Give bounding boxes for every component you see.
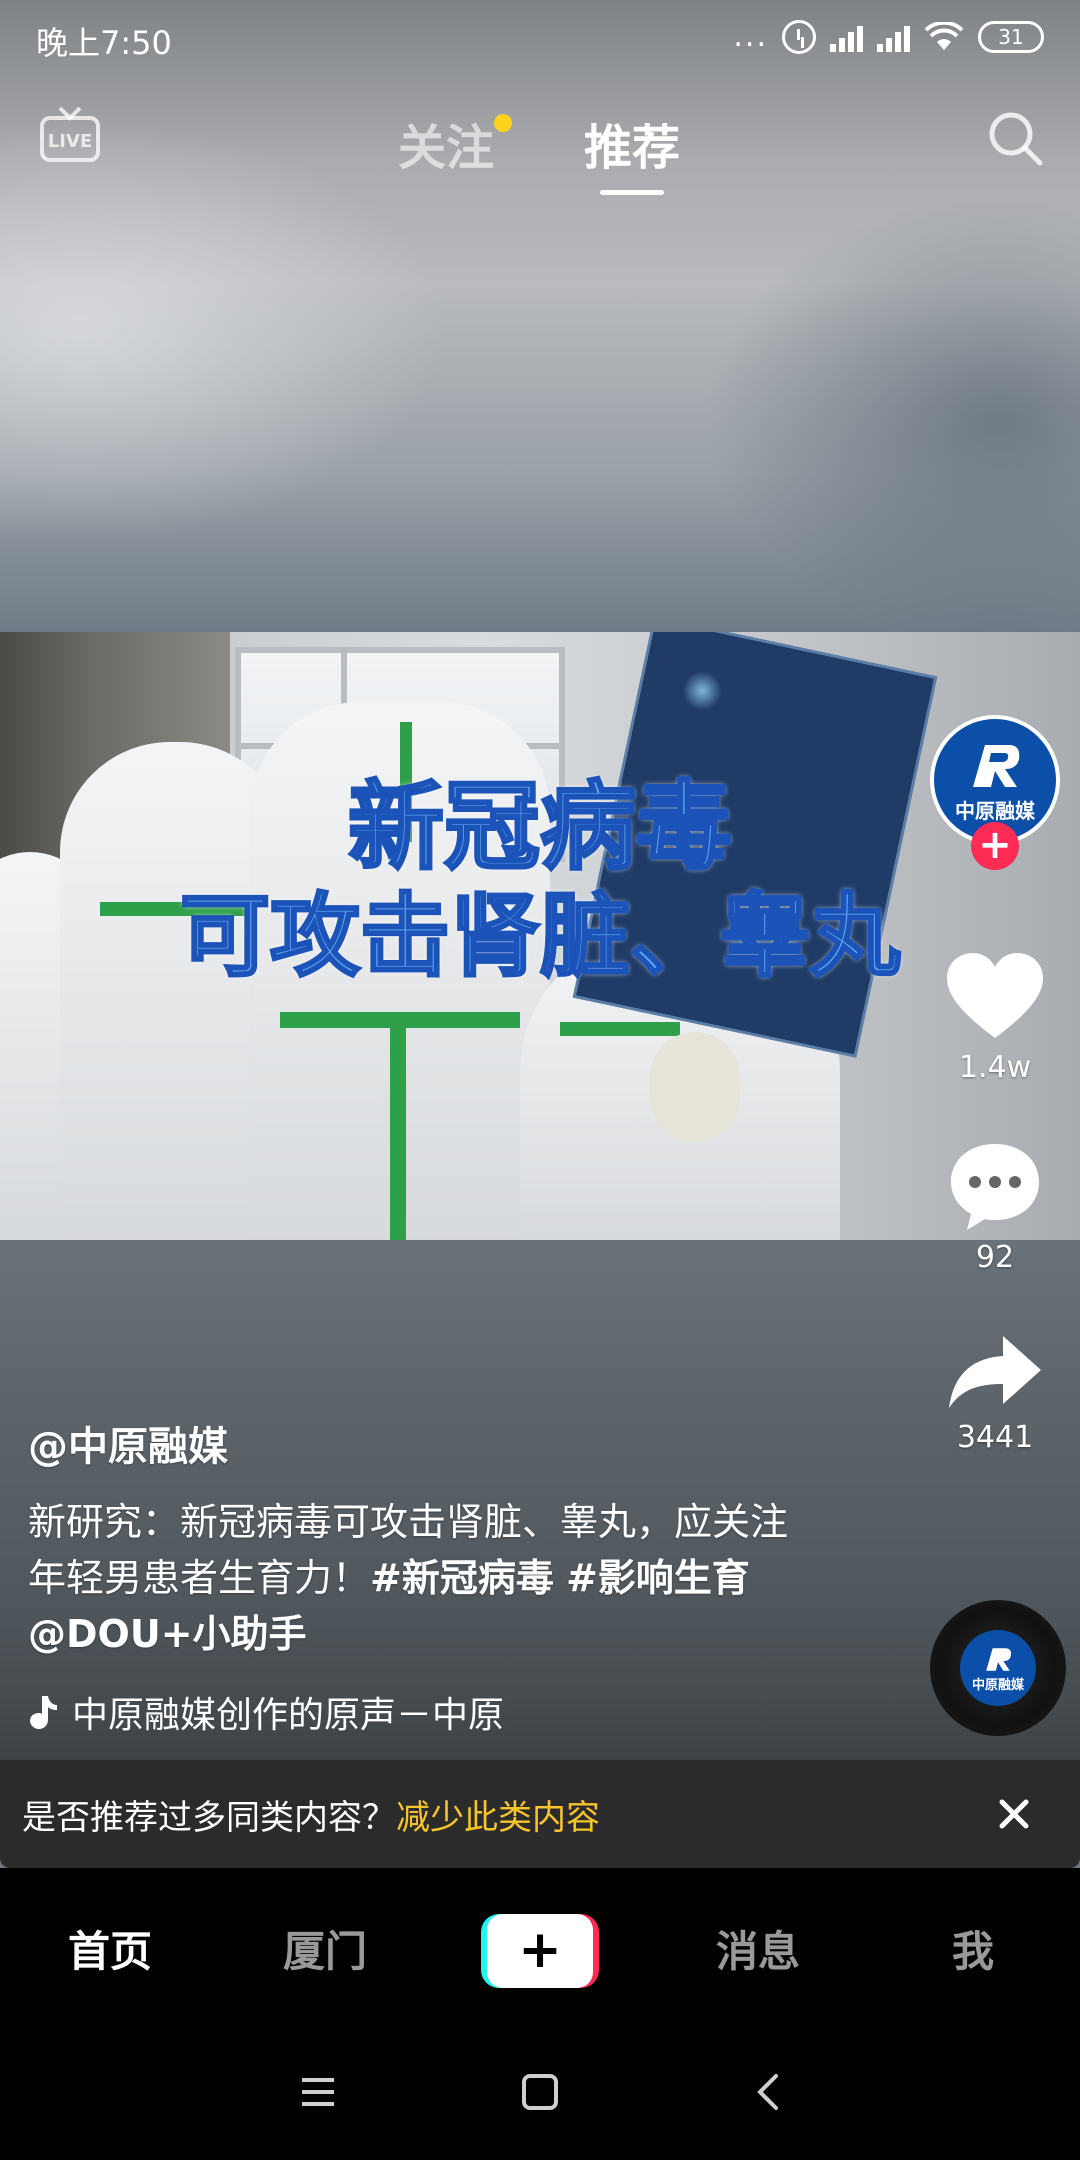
battery-icon: 31 <box>978 21 1044 53</box>
video-player[interactable]: 新冠病毒 可攻击肾脏、睾丸 <box>0 632 1080 1240</box>
video-overlay-title: 新冠病毒 可攻击肾脏、睾丸 <box>0 771 1080 992</box>
bottom-tab-bar: 首页 厦门 + 消息 我 <box>0 1868 1080 2028</box>
tab-follow[interactable]: 关注 <box>398 108 513 178</box>
tab-follow-label: 关注 <box>398 120 495 176</box>
share-count: 3441 <box>956 1420 1034 1455</box>
avatar-name: 中原融媒 <box>955 798 1035 823</box>
close-icon[interactable] <box>996 1796 1032 1832</box>
hashtag-link[interactable]: #新冠病毒 <box>370 1556 554 1600</box>
live-icon[interactable]: LIVE <box>38 104 102 166</box>
music-info[interactable]: 中原融媒创作的原声－中原 <box>28 1686 504 1738</box>
video-caption: @中原融媒 新研究：新冠病毒可攻击肾脏、睾丸，应关注年轻男患者生育力！#新冠病毒… <box>28 1414 818 1662</box>
tab-me[interactable]: 我 <box>952 1918 994 1979</box>
plus-icon: + <box>487 1914 593 1988</box>
like-button[interactable]: 1.4w <box>920 950 1070 1085</box>
signal-icon <box>830 22 863 52</box>
system-navigation-bar <box>0 2028 1080 2160</box>
active-tab-indicator <box>600 190 664 195</box>
status-bar: 晚上7:50 ... 31 <box>0 0 1080 80</box>
brand-logo-icon <box>986 1647 1012 1671</box>
back-chevron-icon[interactable] <box>748 2070 792 2114</box>
tab-home[interactable]: 首页 <box>68 1918 152 1979</box>
comment-count: 92 <box>975 1240 1015 1275</box>
reduce-content-link[interactable]: 减少此类内容 <box>396 1790 600 1839</box>
top-nav: LIVE 关注 推荐 <box>0 90 1080 200</box>
app-screen: 新冠病毒 可攻击肾脏、睾丸 晚上7:50 ... 31 LIVE 关注 推荐 中… <box>0 0 1080 2160</box>
menu-icon[interactable] <box>296 2070 340 2114</box>
video-scene-glove <box>650 1032 740 1142</box>
signal-icon <box>877 22 910 52</box>
video-overlay-line2: 可攻击肾脏、睾丸 <box>179 883 902 991</box>
alarm-icon <box>782 20 816 54</box>
mention-link[interactable]: @DOU+小助手 <box>28 1612 307 1656</box>
home-square-icon[interactable] <box>518 2070 562 2114</box>
more-dots-icon: ... <box>733 19 768 54</box>
comment-button[interactable]: 92 <box>920 1140 1070 1275</box>
video-description: 新研究：新冠病毒可攻击肾脏、睾丸，应关注年轻男患者生育力！#新冠病毒 #影响生育… <box>28 1494 818 1662</box>
tab-messages[interactable]: 消息 <box>716 1918 800 1979</box>
live-icon-label: LIVE <box>48 131 92 152</box>
hashtag-link[interactable]: #影响生育 <box>566 1556 750 1600</box>
music-title: 中原融媒创作的原声－中原 <box>72 1695 505 1736</box>
feedback-banner: 是否推荐过多同类内容？ 减少此类内容 <box>0 1760 1080 1868</box>
tab-recommend[interactable]: 推荐 <box>584 108 680 178</box>
like-count: 1.4w <box>958 1050 1032 1085</box>
search-icon[interactable] <box>985 108 1045 168</box>
tab-recommend-label: 推荐 <box>584 120 681 176</box>
author-handle[interactable]: @中原融媒 <box>28 1414 818 1472</box>
create-button[interactable]: + <box>481 1914 599 1988</box>
music-disc[interactable]: 中原融媒 <box>930 1600 1066 1736</box>
wifi-icon <box>924 22 964 50</box>
brand-logo-icon <box>973 744 1020 787</box>
disc-cover: 中原融媒 <box>960 1630 1036 1706</box>
status-icons: ... 31 <box>733 20 1044 54</box>
feedback-question: 是否推荐过多同类内容？ <box>22 1797 396 1838</box>
comment-icon <box>951 1144 1039 1230</box>
music-note-icon <box>30 1696 57 1729</box>
new-content-dot <box>494 114 513 132</box>
status-time: 晚上7:50 <box>36 24 172 62</box>
share-arrow-icon <box>949 1336 1041 1408</box>
follow-button[interactable]: + <box>971 822 1019 870</box>
heart-icon <box>947 953 1043 1038</box>
share-button[interactable]: 3441 <box>920 1332 1070 1455</box>
disc-label: 中原融媒 <box>971 1677 1024 1693</box>
video-overlay-line1: 新冠病毒 <box>347 771 734 884</box>
tab-city[interactable]: 厦门 <box>283 1918 367 1979</box>
